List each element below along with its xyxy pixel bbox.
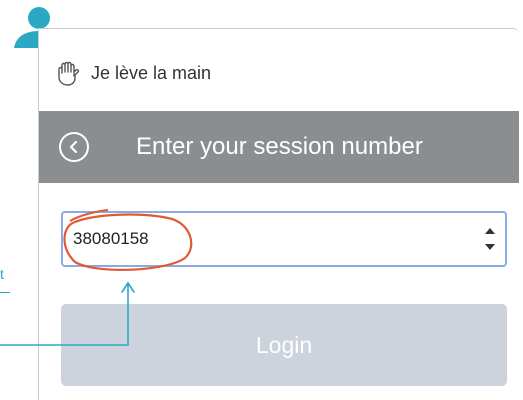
app-panel: Je lève la main Enter your session numbe… [38,28,519,400]
side-note-underline [0,292,10,293]
header-bar: Enter your session number [39,111,519,183]
back-button[interactable] [59,132,89,162]
spinner-up-icon [485,228,495,234]
app-title: Je lève la main [91,63,212,83]
number-spinner[interactable] [483,223,497,255]
login-button[interactable]: Login [61,304,507,386]
session-number-field [61,211,507,267]
side-note-text: t [0,266,4,282]
back-chevron-icon [69,140,78,154]
spinner-down-icon [485,244,495,250]
app-title-bar: Je lève la main [39,29,519,112]
header-title: Enter your session number [136,133,423,160]
session-number-input[interactable] [73,213,453,265]
raised-hand-icon [58,61,80,86]
